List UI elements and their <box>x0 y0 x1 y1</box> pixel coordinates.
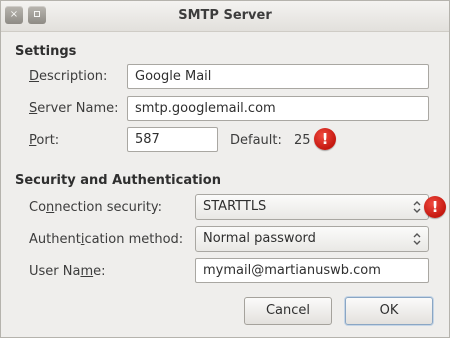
cancel-button[interactable]: Cancel <box>244 297 332 325</box>
port-warning-icon: ! <box>314 128 336 150</box>
user-name-field[interactable]: mymail@martianuswb.com <box>195 258 429 283</box>
port-default-value: 25 <box>294 133 311 148</box>
connection-security-value: STARTTLS <box>203 199 267 214</box>
connection-security-select[interactable]: STARTTLS <box>195 194 429 220</box>
title-bar: × SMTP Server <box>1 1 449 32</box>
port-field[interactable]: 587 <box>127 127 218 152</box>
description-label: Description: <box>29 69 108 84</box>
smtp-server-dialog: × SMTP Server Settings Description: Goog… <box>0 0 450 338</box>
settings-heading: Settings <box>15 44 77 59</box>
description-field[interactable]: Google Mail <box>127 64 429 89</box>
connection-security-label: Connection security: <box>29 200 163 215</box>
port-default-label: Default: <box>230 133 282 148</box>
auth-method-select[interactable]: Normal password <box>195 226 429 252</box>
port-label: Port: <box>29 133 60 148</box>
user-name-label: User Name: <box>29 264 106 279</box>
security-heading: Security and Authentication <box>15 173 221 188</box>
server-name-field[interactable]: smtp.googlemail.com <box>127 96 429 121</box>
auth-method-value: Normal password <box>203 231 316 246</box>
connection-warning-icon: ! <box>424 196 446 218</box>
updown-arrow-icon <box>413 233 421 245</box>
auth-method-label: Authentication method: <box>29 232 184 247</box>
server-name-label: Server Name: <box>29 101 119 116</box>
ok-button[interactable]: OK <box>345 297 433 325</box>
window-title: SMTP Server <box>178 8 272 23</box>
updown-arrow-icon <box>413 201 421 213</box>
